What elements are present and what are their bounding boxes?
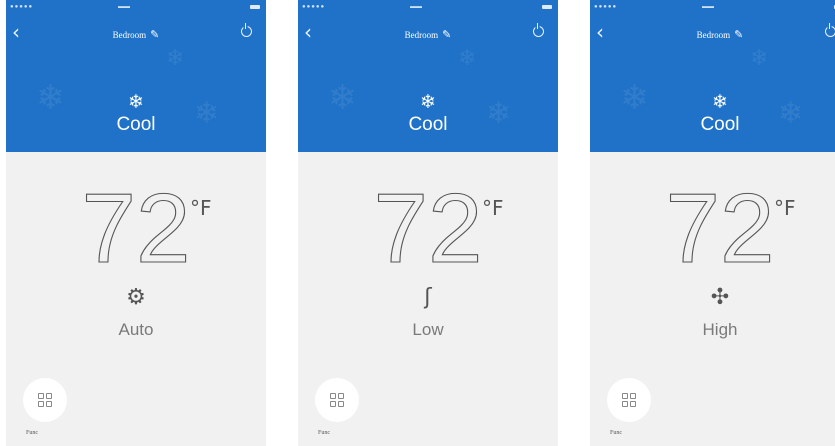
battery-icon xyxy=(542,5,552,9)
power-icon[interactable] xyxy=(533,23,544,37)
mode-label[interactable]: Cool xyxy=(590,114,835,136)
header: ❄ ❄ ❄ ●●●●● ▬▬ ‹ Bedroom ✎ ❄ Cool xyxy=(6,0,266,152)
grid-icon xyxy=(622,393,636,407)
signal-icon: ●●●●● xyxy=(302,4,326,10)
room-title: Bedroom xyxy=(696,30,731,40)
function-button[interactable] xyxy=(23,378,67,422)
signal-icon: ●●●●● xyxy=(10,4,34,10)
clock-icon: ▬▬ xyxy=(702,4,714,10)
fan-low-icon: ʃ xyxy=(424,285,432,310)
snowflake-icon: ❄ xyxy=(128,91,144,113)
room-title-row: Bedroom ✎ xyxy=(298,28,558,41)
power-icon[interactable] xyxy=(825,23,835,37)
snowflake-decoration-icon: ❄ xyxy=(750,46,769,71)
room-title-row: Bedroom ✎ xyxy=(590,28,835,41)
snowflake-icon: ❄ xyxy=(712,91,728,113)
grid-icon xyxy=(330,393,344,407)
status-bar: ●●●●● ▬▬ xyxy=(6,0,266,14)
header: ❄ ❄ ❄ ●●●●● ▬▬ ‹ Bedroom ✎ ❄ Cool xyxy=(590,0,835,152)
temperature-unit: °F xyxy=(774,196,796,220)
temperature-unit: °F xyxy=(190,196,212,220)
snowflake-decoration-icon: ❄ xyxy=(458,46,477,71)
temperature-value: 72 xyxy=(373,176,482,272)
snowflake-decoration-icon: ❄ xyxy=(166,46,185,71)
function-button[interactable] xyxy=(607,378,651,422)
fan-auto-icon: ⚙ xyxy=(126,285,146,310)
phone-screen-high: ❄ ❄ ❄ ●●●●● ▬▬ ‹ Bedroom ✎ ❄ Cool 72 °F ✣… xyxy=(590,0,835,446)
clock-icon: ▬▬ xyxy=(118,4,130,10)
clock-icon: ▬▬ xyxy=(410,4,422,10)
function-label: Func xyxy=(318,430,330,436)
temperature-unit: °F xyxy=(482,196,504,220)
grid-icon xyxy=(38,393,52,407)
edit-pencil-icon[interactable]: ✎ xyxy=(442,28,451,41)
temperature-display[interactable]: 72 xyxy=(368,176,488,272)
phone-screen-auto: ❄ ❄ ❄ ●●●●● ▬▬ ‹ Bedroom ✎ ❄ Cool 72 °F ⚙… xyxy=(6,0,266,446)
phone-screen-low: ❄ ❄ ❄ ●●●●● ▬▬ ‹ Bedroom ✎ ❄ Cool 72 °F ʃ… xyxy=(298,0,558,446)
edit-pencil-icon[interactable]: ✎ xyxy=(150,28,159,41)
room-title: Bedroom xyxy=(404,30,439,40)
power-icon[interactable] xyxy=(241,23,252,37)
function-label: Func xyxy=(26,430,38,436)
fan-high-icon: ✣ xyxy=(710,285,730,310)
temperature-value: 72 xyxy=(81,176,190,272)
mode-label[interactable]: Cool xyxy=(298,114,558,136)
fan-speed-label[interactable]: Auto xyxy=(6,320,266,340)
signal-icon: ●●●●● xyxy=(594,4,618,10)
edit-pencil-icon[interactable]: ✎ xyxy=(734,28,743,41)
temperature-value: 72 xyxy=(665,176,774,272)
room-title-row: Bedroom ✎ xyxy=(6,28,266,41)
status-bar: ●●●●● ▬▬ xyxy=(590,0,835,14)
function-button[interactable] xyxy=(315,378,359,422)
room-title: Bedroom xyxy=(112,30,147,40)
header: ❄ ❄ ❄ ●●●●● ▬▬ ‹ Bedroom ✎ ❄ Cool xyxy=(298,0,558,152)
temperature-display[interactable]: 72 xyxy=(660,176,780,272)
status-bar: ●●●●● ▬▬ xyxy=(298,0,558,14)
mode-label[interactable]: Cool xyxy=(6,114,266,136)
fan-speed-label[interactable]: Low xyxy=(298,320,558,340)
function-label: Func xyxy=(610,430,622,436)
snowflake-icon: ❄ xyxy=(420,91,436,113)
temperature-display[interactable]: 72 xyxy=(76,176,196,272)
fan-speed-label[interactable]: High xyxy=(590,320,835,340)
battery-icon xyxy=(250,5,260,9)
